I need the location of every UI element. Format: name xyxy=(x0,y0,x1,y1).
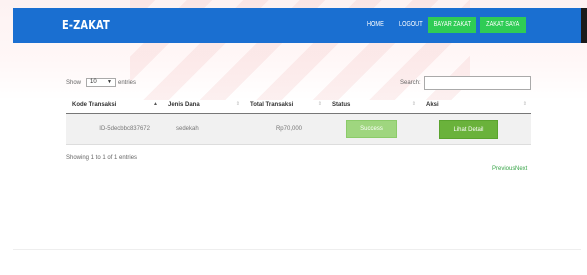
bayar-zakat-label: BAYAR ZAKAT xyxy=(433,21,471,28)
entries-length-select[interactable]: 10 ▼ xyxy=(86,78,116,87)
nav-logout-link[interactable]: LOGOUT xyxy=(399,21,423,28)
search-label: Search: xyxy=(400,80,421,86)
chevron-down-icon: ▼ xyxy=(107,79,112,85)
column-header-status[interactable]: Status ⇕ xyxy=(326,96,420,114)
table-header-row: Kode Transaksi ▲ Jenis Dana ⇕ Total Transa… xyxy=(66,96,531,114)
transactions-table: Kode Transaksi ▲ Jenis Dana ⇕ Total Transa… xyxy=(66,96,531,145)
column-header-total[interactable]: Total Transaksi ⇕ xyxy=(244,96,326,114)
sort-asc-icon: ▲ xyxy=(153,101,158,107)
sort-icon: ⇕ xyxy=(522,101,527,107)
entries-length-value: 10 xyxy=(90,79,97,85)
nav-home-link[interactable]: HOME xyxy=(367,21,384,28)
column-header-kode[interactable]: Kode Transaksi ▲ xyxy=(66,96,162,114)
cell-jenis-dana: sedekah xyxy=(162,113,244,145)
footer-divider xyxy=(13,249,581,250)
zakat-saya-button[interactable]: ZAKAT SAYA xyxy=(480,17,526,33)
cell-kode-transaksi: ID-5decbbc837672 xyxy=(66,113,162,145)
navbar-edge xyxy=(581,8,587,43)
pagination-next[interactable]: Next xyxy=(515,166,527,172)
table-info-text: Showing 1 to 1 of 1 entries xyxy=(66,155,138,161)
search-input[interactable] xyxy=(424,76,531,90)
sort-icon: ⇕ xyxy=(317,101,322,107)
bayar-zakat-button[interactable]: BAYAR ZAKAT xyxy=(428,17,476,33)
top-navbar: E-ZAKAT HOME LOGOUT BAYAR ZAKAT ZAKAT SA… xyxy=(13,8,581,43)
cell-aksi: Lihat Detail xyxy=(420,113,531,145)
sort-icon: ⇕ xyxy=(235,101,240,107)
entries-label: entries xyxy=(118,80,137,86)
zakat-saya-label: ZAKAT SAYA xyxy=(486,21,520,28)
table-row: ID-5decbbc837672 sedekah Rp70,000 Succes… xyxy=(66,113,531,145)
column-header-aksi[interactable]: Aksi ⇕ xyxy=(420,96,531,114)
sort-icon: ⇕ xyxy=(411,101,416,107)
lihat-detail-button[interactable]: Lihat Detail xyxy=(439,119,498,139)
status-badge: Success xyxy=(346,120,397,138)
column-header-jenis[interactable]: Jenis Dana ⇕ xyxy=(162,96,244,114)
brand-logo[interactable]: E-ZAKAT xyxy=(62,18,110,32)
show-label: Show xyxy=(66,80,82,86)
cell-status: Success xyxy=(326,113,420,145)
pagination-previous[interactable]: Previous xyxy=(492,166,515,172)
cell-total-transaksi: Rp70,000 xyxy=(244,113,326,145)
